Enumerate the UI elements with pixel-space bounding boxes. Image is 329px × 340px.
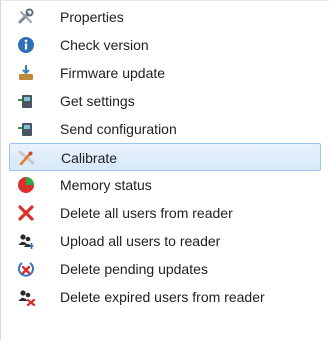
menu-item-label: Delete all users from reader: [60, 205, 233, 221]
menu-item-check-version[interactable]: Check version: [9, 31, 321, 59]
device-icon: [17, 92, 35, 110]
menu-item-label: Delete expired users from reader: [60, 289, 265, 305]
menu-item-label: Get settings: [60, 93, 135, 109]
menu-item-properties[interactable]: Properties: [9, 3, 321, 31]
menu-item-get-settings[interactable]: Get settings: [9, 87, 321, 115]
menu-item-send-configuration[interactable]: Send configuration: [9, 115, 321, 143]
menu-item-label: Firmware update: [60, 65, 166, 81]
menu-item-calibrate[interactable]: Calibrate: [9, 143, 321, 171]
menu-item-label: Calibrate: [61, 150, 118, 166]
users-upload-icon: [17, 232, 35, 250]
menu-item-label: Upload all users to reader: [60, 233, 221, 249]
menu-item-firmware-update[interactable]: Firmware update: [9, 59, 321, 87]
delete-x-icon: [17, 204, 35, 222]
menu-item-label: Delete pending updates: [60, 261, 208, 277]
info-icon: [17, 36, 35, 54]
menu-item-delete-all-users[interactable]: Delete all users from reader: [9, 199, 321, 227]
users-delete-icon: [17, 288, 35, 306]
menu-item-delete-expired-users[interactable]: Delete expired users from reader: [9, 283, 321, 311]
calibrate-icon: [18, 149, 36, 167]
context-menu: Properties Check version Firmware update…: [0, 0, 329, 340]
pie-chart-icon: [17, 176, 35, 194]
firmware-icon: [17, 64, 35, 82]
device-icon: [17, 120, 35, 138]
menu-item-memory-status[interactable]: Memory status: [9, 171, 321, 199]
menu-item-label: Memory status: [60, 177, 152, 193]
menu-item-delete-pending-updates[interactable]: Delete pending updates: [9, 255, 321, 283]
menu-item-label: Properties: [60, 9, 124, 25]
menu-item-upload-all-users[interactable]: Upload all users to reader: [9, 227, 321, 255]
pending-delete-icon: [17, 260, 35, 278]
menu-item-label: Check version: [60, 37, 149, 53]
tools-icon: [17, 8, 35, 26]
menu-item-label: Send configuration: [60, 121, 177, 137]
